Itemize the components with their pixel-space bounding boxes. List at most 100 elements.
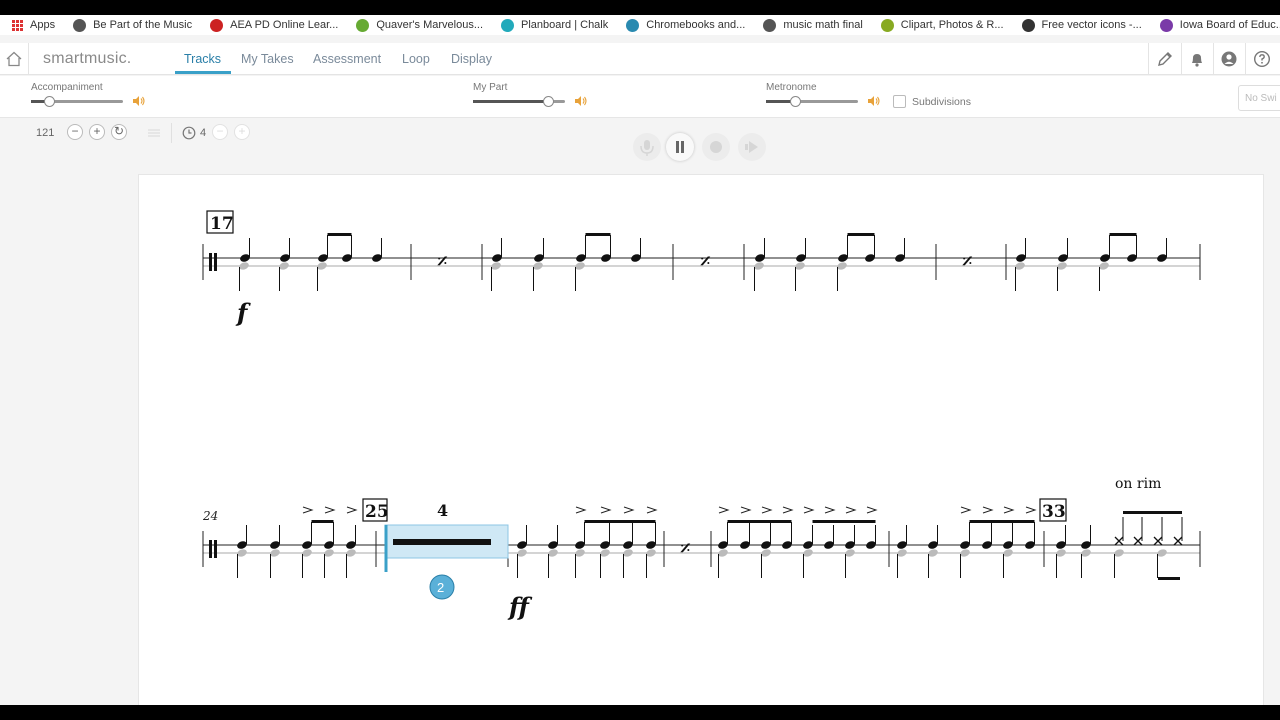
accompaniment-slider[interactable]: [31, 96, 123, 107]
bell-icon[interactable]: [1188, 50, 1206, 68]
beam: [327, 233, 352, 236]
beam: [969, 520, 1035, 523]
bookmark-9[interactable]: Iowa Board of Educ...: [1159, 18, 1280, 32]
beam: [585, 233, 611, 236]
app-header: smartmusic. Tracks My Takes Assessment L…: [0, 43, 1280, 75]
metronome-label: Metronome: [766, 82, 817, 93]
accent-mark: [740, 506, 752, 514]
bookmark-6[interactable]: music math final: [763, 18, 863, 32]
rehearsal-mark: 17: [210, 214, 234, 234]
metronome-slider[interactable]: [766, 96, 858, 107]
tempo-increase-button[interactable]: +: [89, 124, 105, 140]
play-recording-button[interactable]: [738, 133, 766, 161]
bookmark-label: Apps: [30, 19, 56, 31]
home-icon[interactable]: [5, 50, 23, 68]
swing-select[interactable]: No Swi: [1238, 85, 1280, 111]
pause-button[interactable]: [666, 133, 694, 161]
accent-mark: [845, 506, 857, 514]
rim-notehead: [1173, 536, 1183, 546]
bookmark-5[interactable]: Chromebooks and...: [626, 18, 746, 32]
bookmark-3[interactable]: Quaver's Marvelous...: [356, 18, 483, 32]
rim-notehead: [1114, 536, 1124, 546]
accent-mark: [718, 506, 730, 514]
record-icon: [710, 141, 722, 153]
beam: [311, 520, 334, 523]
dynamic-forte: f: [235, 298, 251, 327]
my-part-slider[interactable]: [473, 96, 565, 107]
browser-frame: Apps Be Part of the Music AEA PD Online Le…: [0, 15, 1280, 705]
pause-icon: [676, 141, 684, 153]
record-button[interactable]: [702, 133, 730, 161]
apps-grid-icon: [12, 19, 23, 31]
clock-icon: [182, 126, 196, 140]
rim-notehead: [1133, 536, 1143, 546]
bookmark-7[interactable]: Clipart, Photos & R...: [880, 18, 1004, 32]
my-part-label: My Part: [473, 82, 508, 93]
accent-mark: [346, 506, 358, 514]
bookmark-8[interactable]: Free vector icons -...: [1021, 18, 1142, 32]
accent-mark: [600, 506, 612, 514]
pencil-icon[interactable]: [1156, 50, 1174, 68]
beam: [584, 520, 656, 523]
subdivisions-checkbox[interactable]: [893, 95, 906, 108]
beam: [847, 233, 875, 236]
percussion-clef: [209, 540, 212, 558]
tab-tracks[interactable]: Tracks: [184, 52, 221, 66]
iclipart-icon: [880, 18, 894, 32]
tab-display[interactable]: Display: [451, 52, 492, 66]
accent-mark: [782, 506, 794, 514]
tempo-decrease-button[interactable]: −: [67, 124, 83, 140]
count-in-increase-button[interactable]: +: [234, 124, 250, 140]
iowa-icon: [1159, 18, 1173, 32]
text-annotation: on rim: [1115, 476, 1161, 492]
tab-my-takes[interactable]: My Takes: [241, 52, 294, 66]
brand-logo: smartmusic.: [43, 50, 132, 67]
bookmark-label: Free vector icons -...: [1041, 19, 1142, 31]
bookmark-label: Iowa Board of Educ...: [1179, 19, 1280, 31]
help-icon[interactable]: [1253, 50, 1271, 68]
measure-number: 24: [202, 509, 218, 523]
percussion-clef: [214, 253, 217, 271]
tempo-reset-button[interactable]: ↻: [111, 124, 127, 140]
bookmark-label: Planboard | Chalk: [521, 19, 609, 31]
count-in-decrease-button[interactable]: −: [212, 124, 228, 140]
bookmark-label: Chromebooks and...: [646, 19, 746, 31]
metronome-speaker-icon[interactable]: [866, 94, 880, 108]
tempo-value: 121: [36, 127, 55, 139]
accent-mark: [982, 506, 994, 514]
account-icon[interactable]: [1220, 50, 1238, 68]
score-notation[interactable]: 𝄎 𝄎 𝄎 17 f 24 4 2 25 ff 𝄎 33 on rim: [139, 175, 1265, 705]
accent-mark: [866, 506, 878, 514]
multirest-count: 4: [437, 501, 448, 520]
microphone-button[interactable]: [633, 133, 661, 161]
rehearsal-mark: 25: [365, 502, 389, 522]
beam: [1158, 577, 1180, 580]
beam: [1123, 511, 1182, 514]
multi-measure-rest: [393, 539, 491, 545]
my-part-speaker-icon[interactable]: [573, 94, 587, 108]
accent-mark: [960, 506, 972, 514]
mixer-panel: Accompaniment My Part Metronome Subdivis…: [0, 76, 1280, 118]
quaver-icon: [356, 18, 370, 32]
bookmark-2[interactable]: AEA PD Online Lear...: [210, 18, 339, 32]
globe-icon: [763, 18, 777, 32]
accompaniment-speaker-icon[interactable]: [131, 94, 145, 108]
bookmark-label: AEA PD Online Lear...: [230, 19, 339, 31]
accent-mark: [324, 506, 336, 514]
tab-assessment[interactable]: Assessment: [313, 52, 381, 66]
bookmark-4[interactable]: Planboard | Chalk: [501, 18, 609, 32]
tab-loop[interactable]: Loop: [402, 52, 430, 66]
accent-mark: [1025, 506, 1037, 514]
lines-icon[interactable]: [146, 127, 162, 139]
accent-mark: [761, 506, 773, 514]
bookmark-label: Clipart, Photos & R...: [900, 19, 1004, 31]
rim-notehead: [1153, 536, 1163, 546]
aea-logo-icon: [210, 18, 224, 32]
measure-repeat-sign: 𝄎: [700, 250, 711, 275]
accent-mark: [803, 506, 815, 514]
bookmark-0[interactable]: Apps: [12, 19, 55, 31]
subdivisions-label: Subdivisions: [912, 96, 971, 108]
bookmark-1[interactable]: Be Part of the Music: [73, 18, 192, 32]
accent-mark: [575, 506, 587, 514]
freepik-icon: [1021, 18, 1035, 32]
